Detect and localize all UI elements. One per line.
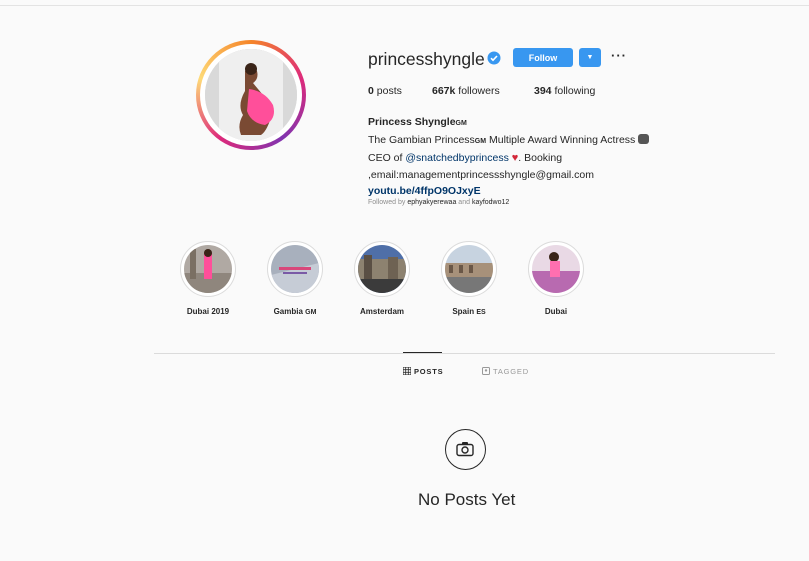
highlight-item[interactable]: Dubai — [516, 241, 596, 316]
tabs-divider — [154, 353, 775, 354]
profile-avatar[interactable] — [196, 40, 306, 150]
verified-badge-icon — [487, 51, 501, 65]
highlight-item[interactable]: Amsterdam — [342, 241, 422, 316]
active-tab-indicator — [403, 352, 442, 353]
more-options-icon[interactable]: ··· — [611, 49, 627, 62]
following-stat[interactable]: 394 following — [534, 85, 595, 97]
tagged-icon — [482, 367, 490, 375]
highlight-item[interactable]: Spain ES — [429, 241, 509, 316]
highlight-cover — [184, 245, 232, 293]
posts-stat: 0 posts — [368, 85, 402, 97]
suggested-dropdown-button[interactable]: ▼ — [579, 48, 601, 67]
highlight-cover — [271, 245, 319, 293]
tab-tagged[interactable]: TAGGED — [482, 367, 529, 376]
follow-button[interactable]: Follow — [513, 48, 573, 67]
bio-website-link[interactable]: youtu.be/4ffpO9OJxyE — [368, 185, 481, 197]
empty-state-message: No Posts Yet — [418, 490, 516, 509]
profile-bio: Princess ShyngleGM The Gambian PrincessG… — [368, 114, 708, 199]
profile-username: princesshyngle — [368, 49, 485, 69]
bio-line-1: The Gambian PrincessGM Multiple Award Wi… — [368, 132, 708, 150]
followers-stat[interactable]: 667k followers — [432, 85, 500, 97]
followed-by[interactable]: Followed by ephyakyerewaa and kayfodwo12 — [368, 199, 509, 206]
bio-full-name: Princess ShyngleGM — [368, 116, 467, 128]
emoji-icon — [638, 134, 650, 145]
camera-icon — [445, 429, 486, 470]
tab-posts[interactable]: POSTS — [403, 367, 443, 376]
highlight-item[interactable]: Dubai 2019 — [168, 241, 248, 316]
avatar-photo — [205, 49, 297, 141]
bio-line-3: ,email:management​princessshyngle@gmail.… — [368, 168, 595, 181]
grid-icon — [403, 367, 411, 375]
bio-mention-link[interactable]: @snatchedbyprincess — [405, 152, 508, 164]
highlight-cover — [532, 245, 580, 293]
highlight-item[interactable]: Gambia GM — [255, 241, 335, 316]
highlight-cover — [358, 245, 406, 293]
highlight-cover — [445, 245, 493, 293]
bio-line-2: CEO of @snatchedbyprincess ♥. Booking — [368, 152, 563, 165]
top-divider — [0, 5, 809, 6]
